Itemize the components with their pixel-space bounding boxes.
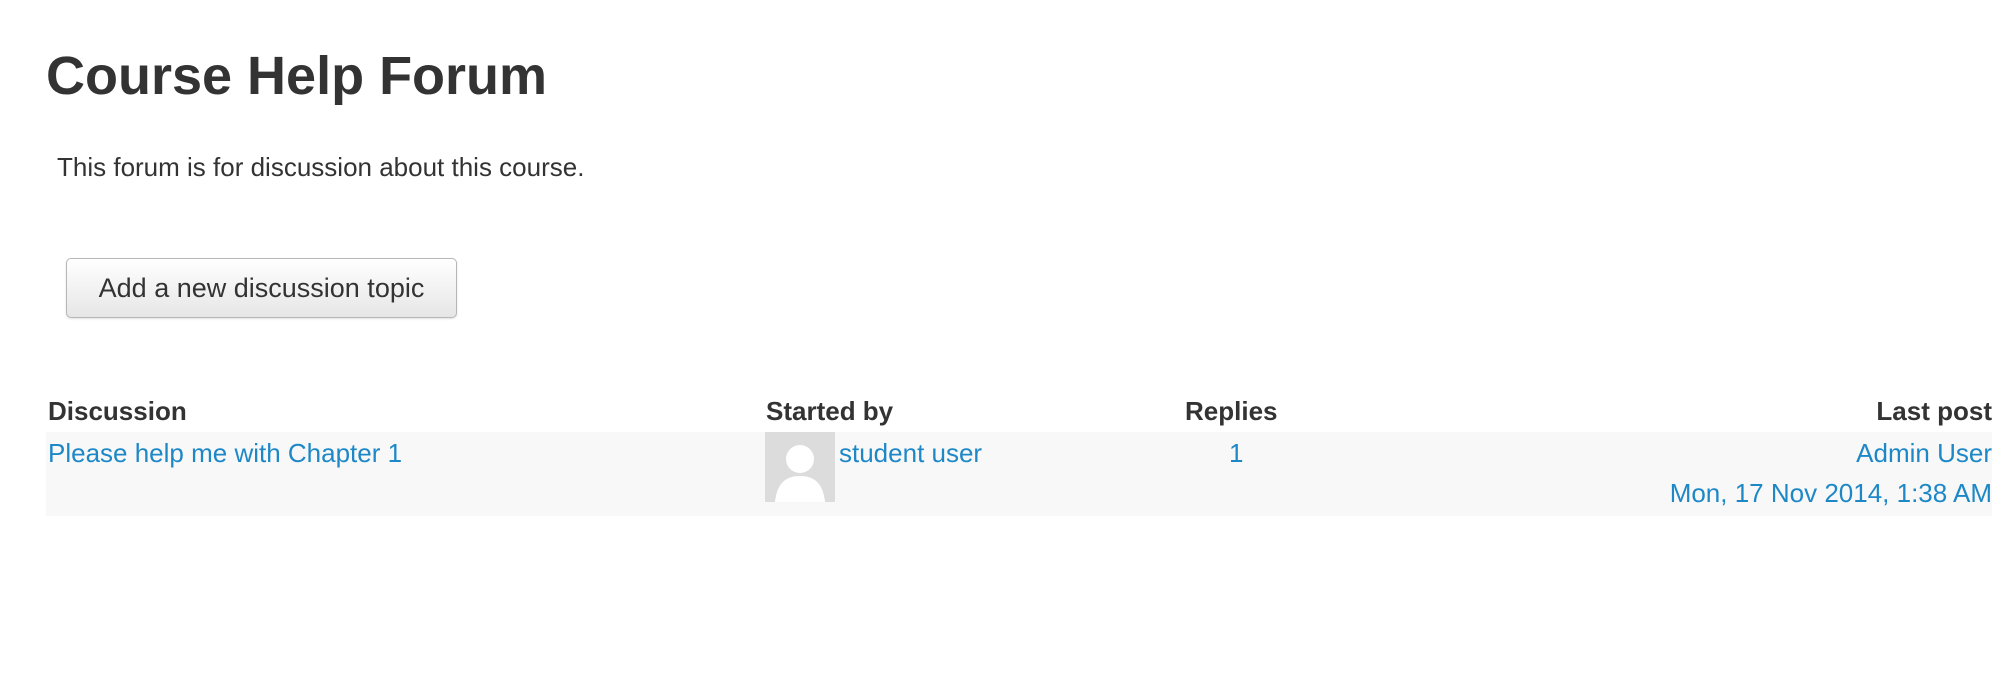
discussion-replies-link[interactable]: 1 bbox=[1229, 436, 1243, 470]
column-header-last-post[interactable]: Last post bbox=[1876, 394, 1992, 428]
column-header-started-by[interactable]: Started by bbox=[766, 394, 893, 428]
table-header-row: Discussion Started by Replies Last post bbox=[46, 390, 1992, 432]
forum-intro: This forum is for discussion about this … bbox=[57, 152, 585, 182]
last-post-cell: Admin User Mon, 17 Nov 2014, 1:38 AM bbox=[1670, 436, 1992, 510]
last-post-author-link[interactable]: Admin User bbox=[1670, 436, 1992, 470]
column-header-discussion[interactable]: Discussion bbox=[48, 394, 187, 428]
add-new-discussion-topic-button[interactable]: Add a new discussion topic bbox=[66, 258, 457, 318]
last-post-date-link[interactable]: Mon, 17 Nov 2014, 1:38 AM bbox=[1670, 476, 1992, 510]
discussion-topic-link[interactable]: Please help me with Chapter 1 bbox=[48, 436, 402, 470]
discussion-author-link[interactable]: student user bbox=[839, 436, 982, 470]
last-post-author: Admin User bbox=[1856, 438, 1992, 468]
table-row: Please help me with Chapter 1 student us… bbox=[46, 432, 1992, 516]
default-user-avatar-icon bbox=[765, 432, 835, 502]
page-title: Course Help Forum bbox=[46, 46, 548, 106]
user-avatar[interactable] bbox=[765, 432, 835, 502]
discussion-table: Discussion Started by Replies Last post … bbox=[46, 390, 1992, 516]
forum-page: Course Help Forum This forum is for disc… bbox=[46, 0, 1992, 674]
column-header-replies[interactable]: Replies bbox=[1185, 394, 1278, 428]
last-post-date: Mon, 17 Nov 2014, 1:38 AM bbox=[1669, 478, 1992, 508]
